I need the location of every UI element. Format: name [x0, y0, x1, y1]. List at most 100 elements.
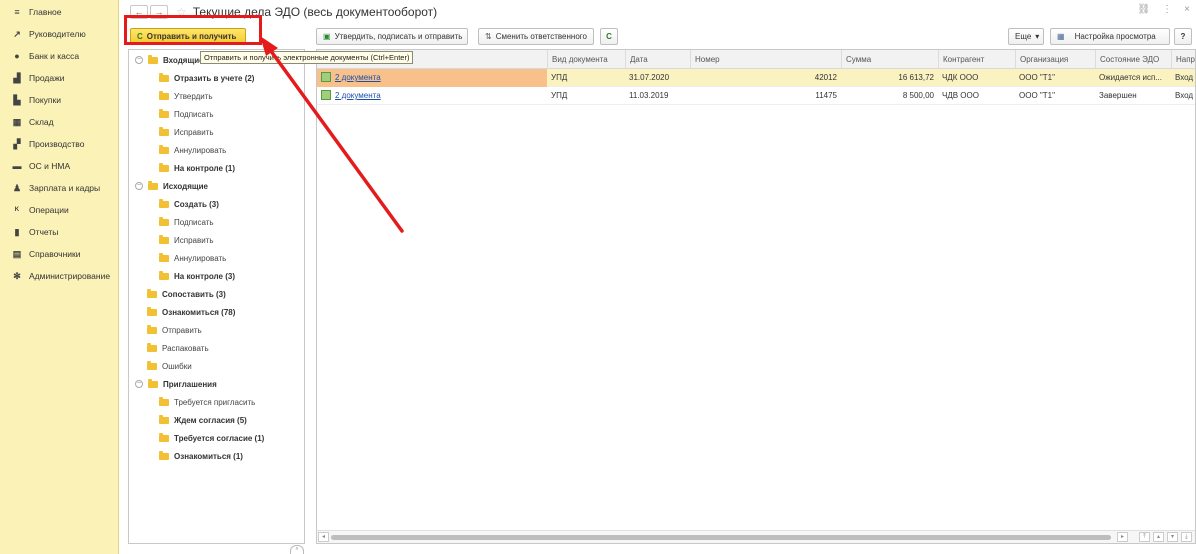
more-button[interactable]: Еще ▾ [1008, 28, 1044, 45]
tree-item[interactable]: Подписать [159, 213, 214, 231]
collapse-icon[interactable]: − [135, 56, 143, 64]
collapse-icon[interactable]: − [135, 182, 143, 190]
horizontal-scrollbar[interactable]: ◂ ▸ ⤒ ▴ ▾ ⤓ [317, 530, 1195, 543]
view-settings-label: Настройка просмотра [1074, 32, 1156, 41]
close-icon[interactable]: × [1184, 4, 1190, 15]
tree-item[interactable]: Подписать [159, 105, 214, 123]
tree-item[interactable]: − Исходящие [135, 177, 208, 195]
nav-item[interactable]: ● Банк и касса [0, 45, 118, 67]
tree-item[interactable]: Ознакомиться (78) [147, 303, 235, 321]
tree-item[interactable]: Исправить [159, 123, 214, 141]
table-cell-number: 11475 [815, 91, 837, 100]
view-settings-button[interactable]: ▦ Настройка просмотра [1050, 28, 1170, 45]
table-row[interactable]: 2 документа УПД 11.03.2019 11475 8 500,00 ЧДВ… [317, 87, 1195, 105]
column-header[interactable]: Дата [625, 50, 690, 69]
document-link[interactable]: 2 документа [335, 73, 381, 82]
tree-item[interactable]: Исправить [159, 231, 214, 249]
table-cell-org: ООО "Т1" [1019, 73, 1055, 82]
tree-item-label: На контроле (1) [174, 163, 235, 173]
highlight-box [124, 15, 262, 45]
nav-item[interactable]: ▮ Отчеты [0, 221, 118, 243]
table-cell-org: ООО "Т1" [1019, 91, 1055, 100]
nav-item-label: Главное [29, 7, 62, 17]
more-label: Еще [1015, 32, 1032, 41]
tree-item[interactable]: Отправить [147, 321, 202, 339]
nav-item-label: Банк и касса [29, 51, 80, 61]
sign-document-icon: ▣ [323, 32, 331, 41]
tree-item-label: Требуется согласие (1) [174, 433, 265, 443]
change-responsible-button[interactable]: ⇅ Сменить ответственного [478, 28, 594, 45]
gear-icon: ✻ [13, 270, 21, 281]
document-link-cell[interactable]: 2 документа [317, 87, 547, 105]
search-icon[interactable]: ⌕ [290, 545, 304, 554]
settings-icon: ▦ [1057, 32, 1065, 41]
tree-item[interactable]: Требуется согласие (1) [159, 429, 264, 447]
table-cell-counterparty: ЧДВ ООО [942, 91, 979, 100]
tree-item[interactable]: Ошибки [147, 357, 192, 375]
link-icon[interactable]: ⛓ [1137, 4, 1150, 15]
table-row[interactable]: 2 документа УПД 31.07.2020 42012 16 613,72 ЧД… [317, 69, 1195, 87]
users-icon: ⇅ [485, 32, 492, 41]
approve-sign-send-button[interactable]: ▣ Утвердить, подписать и отправить [316, 28, 468, 45]
tree-item[interactable]: Сопоставить (3) [147, 285, 226, 303]
nav-item[interactable]: ≡ Главное [0, 1, 118, 23]
tree-item-label: Создать (3) [174, 199, 219, 209]
nav-item[interactable]: ▤ Справочники [0, 243, 118, 265]
tree-item-label: На контроле (3) [174, 271, 235, 281]
nav-item[interactable]: ↗ Руководителю [0, 23, 118, 45]
document-icon [321, 72, 331, 82]
nav-item[interactable]: ▙ Покупки [0, 89, 118, 111]
folder-icon [159, 396, 169, 406]
scroll-right-icon[interactable]: ▸ [1117, 532, 1128, 542]
column-header[interactable]: Вид документа [547, 50, 625, 69]
tree-item[interactable]: Отразить в учете (2) [159, 69, 254, 87]
more-vertical-icon[interactable]: ⋮ [1162, 4, 1172, 15]
tree-item[interactable]: − Приглашения [135, 375, 217, 393]
nav-item[interactable]: ♟ Зарплата и кадры [0, 177, 118, 199]
refresh-icon: C [606, 32, 612, 41]
column-header[interactable]: Номер [690, 50, 841, 69]
nav-item[interactable]: ᴷ Операции [0, 199, 118, 221]
table-cell-sum: 8 500,00 [902, 91, 934, 100]
tree-item[interactable]: Утвердить [159, 87, 213, 105]
column-header[interactable]: Напр [1171, 50, 1195, 69]
scroll-first-icon[interactable]: ⤒ [1139, 532, 1150, 542]
table-cell-type: УПД [551, 73, 568, 82]
column-header[interactable]: Контрагент [938, 50, 1015, 69]
scroll-left-icon[interactable]: ◂ [318, 532, 329, 542]
tree-item[interactable]: Распаковать [147, 339, 209, 357]
scroll-down-icon[interactable]: ▾ [1167, 532, 1178, 542]
scrollbar-thumb[interactable] [331, 535, 1111, 540]
tree-item[interactable]: На контроле (3) [159, 267, 235, 285]
collapse-icon[interactable]: − [135, 380, 143, 388]
nav-item[interactable]: ✻ Администрирование [0, 265, 118, 287]
document-link-cell[interactable]: 2 документа [317, 69, 547, 87]
tree-item[interactable]: Аннулировать [159, 249, 226, 267]
scroll-up-icon[interactable]: ▴ [1153, 532, 1164, 542]
nav-item[interactable]: ▟ Продажи [0, 67, 118, 89]
column-header[interactable]: Состояние ЭДО [1095, 50, 1171, 69]
tree-item[interactable]: Ознакомиться (1) [159, 447, 243, 465]
book-icon: ▤ [12, 248, 22, 259]
window-controls: ⛓ ⋮ × [1137, 4, 1190, 15]
nav-item[interactable]: ▦ Склад [0, 111, 118, 133]
tree-item-label: Аннулировать [174, 253, 227, 263]
scroll-last-icon[interactable]: ⤓ [1181, 532, 1192, 542]
document-link[interactable]: 2 документа [335, 91, 381, 100]
tree-item[interactable]: − Входящие [135, 51, 204, 69]
nav-item[interactable]: ▬ ОС и НМА [0, 155, 118, 177]
nav-item[interactable]: ▞ Производство [0, 133, 118, 155]
tree-item[interactable]: На контроле (1) [159, 159, 235, 177]
folder-icon [159, 414, 169, 424]
nav-item-label: Зарплата и кадры [29, 183, 101, 193]
warehouse-icon: ▦ [12, 116, 22, 127]
tree-item[interactable]: Требуется пригласить [159, 393, 255, 411]
column-header[interactable]: Организация [1015, 50, 1095, 69]
help-button[interactable]: ? [1174, 28, 1192, 45]
table-cell-state: Завершен [1099, 91, 1137, 100]
tree-item[interactable]: Ждем согласия (5) [159, 411, 247, 429]
refresh-button[interactable]: C [600, 28, 618, 45]
column-header[interactable]: Сумма [841, 50, 938, 69]
tree-item[interactable]: Создать (3) [159, 195, 219, 213]
tree-item[interactable]: Аннулировать [159, 141, 226, 159]
